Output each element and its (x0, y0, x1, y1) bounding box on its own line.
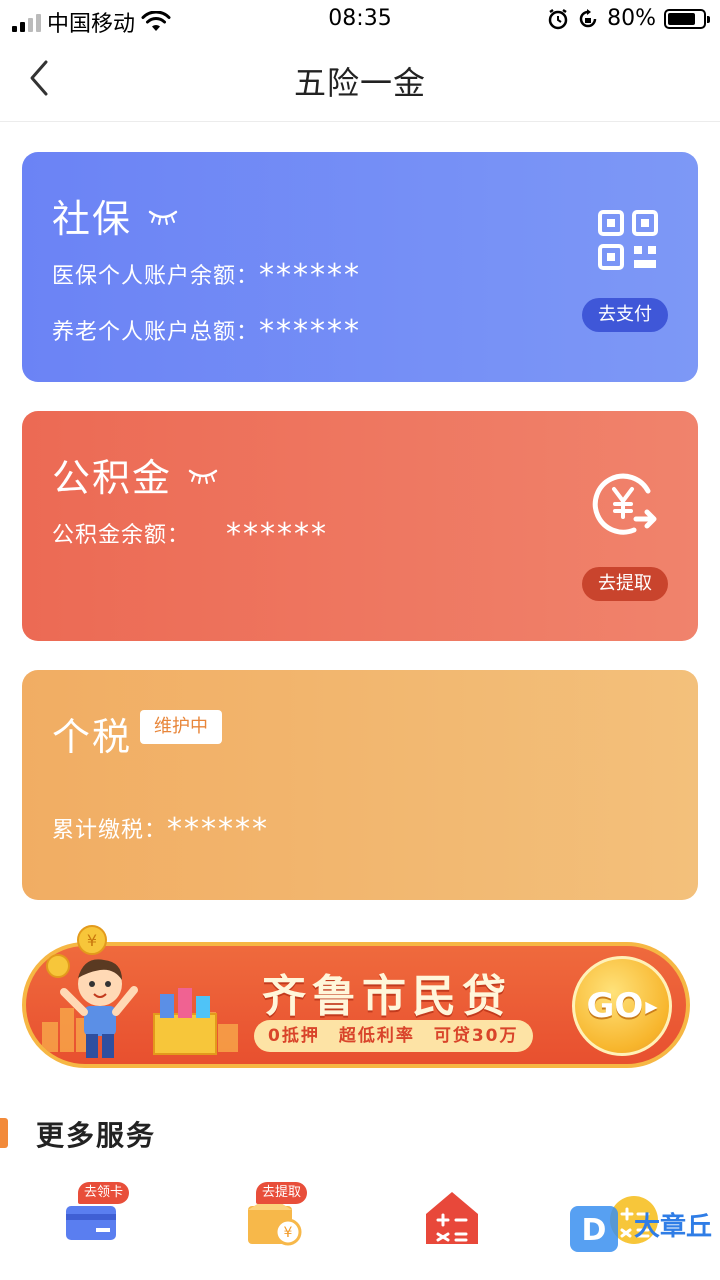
gift-box-icon (153, 988, 217, 1055)
pay-button[interactable]: 去支付 (582, 298, 668, 332)
banner-title: 齐鲁市民贷 (262, 971, 512, 1022)
pension-balance-value: ****** (259, 314, 362, 349)
service-get-card[interactable]: 去领卡 (58, 1182, 148, 1252)
more-services-title: 更多服务 (36, 1119, 157, 1152)
income-tax-card[interactable]: 个税 维护中 累计缴税：****** (22, 670, 698, 900)
fund-balance-line: 公积金余额： ****** (52, 515, 329, 552)
status-right: 80% (547, 6, 710, 31)
go-button[interactable]: GO ▶ (572, 956, 672, 1056)
service-withdraw[interactable]: ¥ 去提取 (244, 1182, 334, 1252)
pension-balance-label: 养老个人账户总额： (52, 320, 260, 345)
fund-title: 公积金 (52, 456, 173, 500)
withdraw-button[interactable]: 去提取 (582, 567, 668, 601)
calculator-house-icon (426, 1192, 478, 1244)
nav-bar: 五险一金 (0, 40, 720, 122)
battery-fill (668, 12, 696, 25)
social-insurance-card[interactable]: 社保 医保个人账户余额：****** 养老个人账户总额：****** 去支付 (22, 152, 698, 382)
status-bar: 中国移动 08:35 80% (0, 0, 720, 40)
tax-total-value: ****** (167, 812, 270, 847)
watermark-text: 大章丘 (634, 1212, 713, 1242)
medical-balance-value: ****** (259, 258, 362, 293)
service-calculator-house[interactable] (420, 1182, 510, 1252)
alarm-icon (548, 8, 568, 29)
svg-text:¥: ¥ (87, 931, 97, 950)
battery-percent: 80% (607, 6, 656, 31)
page-title: 五险一金 (293, 64, 426, 102)
housing-fund-card[interactable]: 公积金 公积金余额： ****** 去提取 (22, 411, 698, 641)
banner-subtitle: 0抵押 超低利率 可贷30万 (254, 1020, 533, 1052)
pension-balance-line: 养老个人账户总额：****** (52, 312, 362, 349)
eye-closed-icon[interactable] (148, 208, 178, 226)
battery-icon (664, 8, 710, 29)
qr-code-icon[interactable] (598, 210, 658, 270)
svg-text:D: D (582, 1213, 607, 1248)
play-arrow-icon: ▶ (645, 996, 658, 1016)
fund-balance-label: 公积金余额： (52, 523, 191, 548)
maintenance-badge: 维护中 (140, 710, 222, 744)
mascot-icon: ¥ (46, 925, 138, 1058)
yen-exchange-icon[interactable] (590, 469, 660, 539)
tax-title: 个税 (52, 715, 133, 759)
section-accent-bar (0, 1118, 8, 1148)
service-tag: 去领卡 (78, 1182, 130, 1204)
medical-balance-line: 医保个人账户余额：****** (52, 256, 362, 293)
go-label: GO (586, 986, 644, 1026)
service-tag: 去提取 (256, 1182, 308, 1204)
social-title: 社保 (52, 197, 133, 241)
svg-text:¥: ¥ (284, 1225, 293, 1241)
fund-balance-value: ****** (226, 517, 329, 552)
eye-closed-icon[interactable] (188, 467, 218, 485)
tax-total-line: 累计缴税：****** (52, 810, 270, 847)
tax-total-label: 累计缴税： (52, 818, 168, 843)
medical-balance-label: 医保个人账户余额： (52, 264, 260, 289)
rotation-lock-icon (579, 8, 597, 27)
